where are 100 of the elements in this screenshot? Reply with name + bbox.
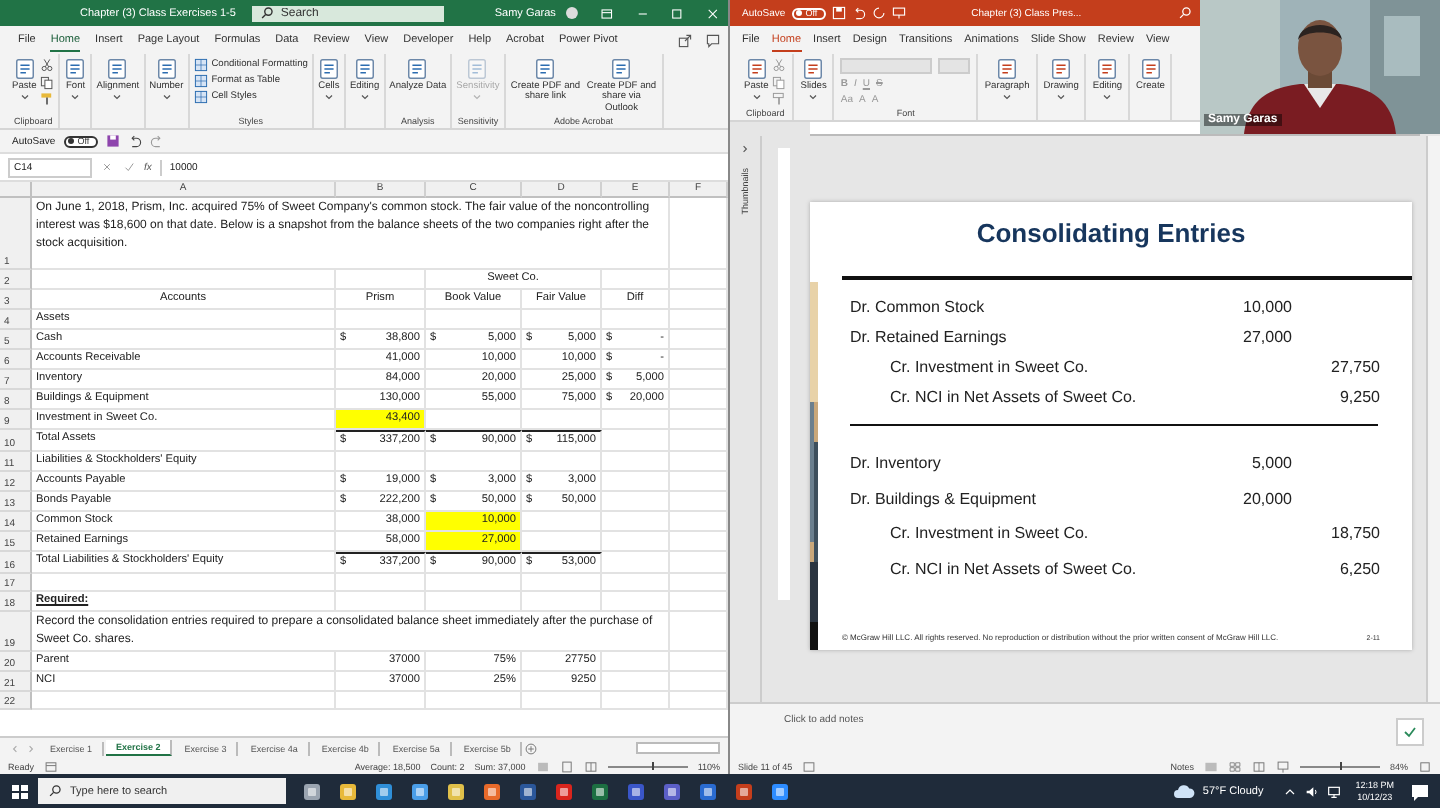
table-cell[interactable] bbox=[602, 512, 670, 532]
table-cell[interactable] bbox=[670, 410, 728, 430]
table-cell[interactable] bbox=[670, 270, 728, 290]
table-cell[interactable] bbox=[522, 692, 602, 711]
table-cell[interactable] bbox=[336, 692, 426, 711]
scissors-icon[interactable] bbox=[40, 58, 55, 72]
table-cell[interactable] bbox=[670, 330, 728, 350]
table-cell[interactable] bbox=[670, 532, 728, 552]
normal-view-icon[interactable] bbox=[1203, 759, 1218, 773]
table-cell[interactable] bbox=[602, 430, 670, 452]
slideshow-icon[interactable] bbox=[1275, 759, 1290, 773]
undo-icon[interactable] bbox=[127, 134, 142, 148]
accessibility-icon[interactable] bbox=[802, 759, 817, 773]
page-layout-icon[interactable] bbox=[559, 759, 574, 773]
network-icon[interactable] bbox=[1325, 783, 1342, 799]
share-icon[interactable] bbox=[677, 33, 691, 47]
save-icon[interactable] bbox=[831, 6, 846, 20]
table-cell[interactable] bbox=[522, 574, 602, 593]
app-icon[interactable] bbox=[516, 779, 540, 803]
brush-icon[interactable] bbox=[772, 92, 787, 106]
app-icon[interactable] bbox=[660, 779, 684, 803]
table-cell[interactable] bbox=[602, 452, 670, 472]
app-icon[interactable] bbox=[696, 779, 720, 803]
table-cell[interactable] bbox=[670, 430, 728, 452]
present-icon[interactable] bbox=[891, 6, 906, 20]
app-icon[interactable] bbox=[408, 779, 432, 803]
app-icon[interactable] bbox=[480, 779, 504, 803]
check-icon[interactable] bbox=[1396, 717, 1424, 745]
save-icon[interactable] bbox=[105, 134, 120, 148]
cancel-icon[interactable] bbox=[100, 160, 114, 174]
app-icon[interactable] bbox=[300, 779, 324, 803]
expand-icon[interactable] bbox=[738, 142, 752, 156]
table-cell[interactable] bbox=[670, 370, 728, 390]
table-cell[interactable] bbox=[336, 574, 426, 593]
app-icon[interactable] bbox=[624, 779, 648, 803]
table-cell[interactable] bbox=[426, 574, 522, 593]
app-icon[interactable] bbox=[732, 779, 756, 803]
avatar-icon[interactable] bbox=[565, 6, 578, 20]
table-cell[interactable] bbox=[32, 692, 336, 711]
table-cell[interactable] bbox=[426, 692, 522, 711]
table-cell[interactable] bbox=[426, 310, 522, 330]
table-cell[interactable] bbox=[670, 390, 728, 410]
table-cell[interactable] bbox=[602, 592, 670, 613]
table-cell[interactable] bbox=[602, 652, 670, 673]
table-cell[interactable] bbox=[522, 592, 602, 613]
table-cell[interactable] bbox=[522, 410, 602, 430]
font-size-field[interactable] bbox=[938, 58, 971, 73]
redo-icon[interactable] bbox=[871, 6, 886, 20]
table-cell[interactable] bbox=[602, 492, 670, 512]
table-cell[interactable] bbox=[670, 652, 728, 673]
table-cell[interactable] bbox=[336, 592, 426, 613]
table-cell[interactable] bbox=[602, 692, 670, 711]
table-cell[interactable] bbox=[670, 290, 728, 310]
scissors-icon[interactable] bbox=[772, 58, 787, 72]
reading-view-icon[interactable] bbox=[1251, 759, 1266, 773]
table-cell[interactable] bbox=[670, 672, 728, 693]
app-icon[interactable] bbox=[552, 779, 576, 803]
table-cell[interactable] bbox=[602, 672, 670, 693]
add-sheet-icon[interactable] bbox=[524, 741, 539, 755]
normal-view-icon[interactable] bbox=[535, 759, 550, 773]
font-name-field[interactable] bbox=[840, 58, 933, 73]
brush-icon[interactable] bbox=[40, 92, 55, 106]
table-cell[interactable] bbox=[426, 592, 522, 613]
speaker-icon[interactable] bbox=[1303, 783, 1320, 799]
table-cell[interactable] bbox=[670, 552, 728, 574]
table-cell[interactable] bbox=[602, 552, 670, 574]
table-cell[interactable] bbox=[670, 512, 728, 532]
fit-slide-icon[interactable] bbox=[1418, 759, 1432, 773]
next-sheet-icon[interactable] bbox=[24, 741, 38, 755]
table-cell[interactable] bbox=[336, 452, 426, 472]
vertical-scrollbar[interactable] bbox=[1426, 136, 1440, 702]
previous-sheet-icon[interactable] bbox=[8, 741, 22, 755]
table-cell[interactable] bbox=[670, 198, 728, 270]
horizontal-scrollbar[interactable] bbox=[636, 742, 720, 754]
app-icon[interactable] bbox=[336, 779, 360, 803]
close-icon[interactable] bbox=[706, 5, 720, 21]
comment-icon[interactable] bbox=[706, 33, 720, 47]
redo-icon[interactable] bbox=[149, 134, 164, 148]
table-cell[interactable] bbox=[32, 270, 336, 290]
table-cell[interactable] bbox=[32, 574, 336, 593]
table-cell[interactable] bbox=[522, 532, 602, 552]
cloud-icon[interactable] bbox=[1172, 779, 1197, 803]
table-cell[interactable] bbox=[602, 410, 670, 430]
table-cell[interactable] bbox=[670, 592, 728, 613]
table-cell[interactable] bbox=[602, 270, 670, 290]
table-cell[interactable] bbox=[670, 350, 728, 370]
table-cell[interactable] bbox=[426, 410, 522, 430]
table-cell[interactable] bbox=[602, 532, 670, 552]
table-cell[interactable] bbox=[670, 310, 728, 330]
grid-view-icon[interactable] bbox=[1227, 759, 1242, 773]
ribbon-display-icon[interactable] bbox=[599, 5, 614, 21]
table-cell[interactable] bbox=[522, 452, 602, 472]
enter-icon[interactable] bbox=[122, 160, 136, 174]
table-cell[interactable] bbox=[426, 452, 522, 472]
windows-start-icon[interactable] bbox=[8, 779, 32, 803]
app-icon[interactable] bbox=[588, 779, 612, 803]
table-cell[interactable] bbox=[670, 472, 728, 492]
app-icon[interactable] bbox=[444, 779, 468, 803]
table-cell[interactable] bbox=[670, 692, 728, 711]
copy-icon[interactable] bbox=[772, 75, 787, 89]
